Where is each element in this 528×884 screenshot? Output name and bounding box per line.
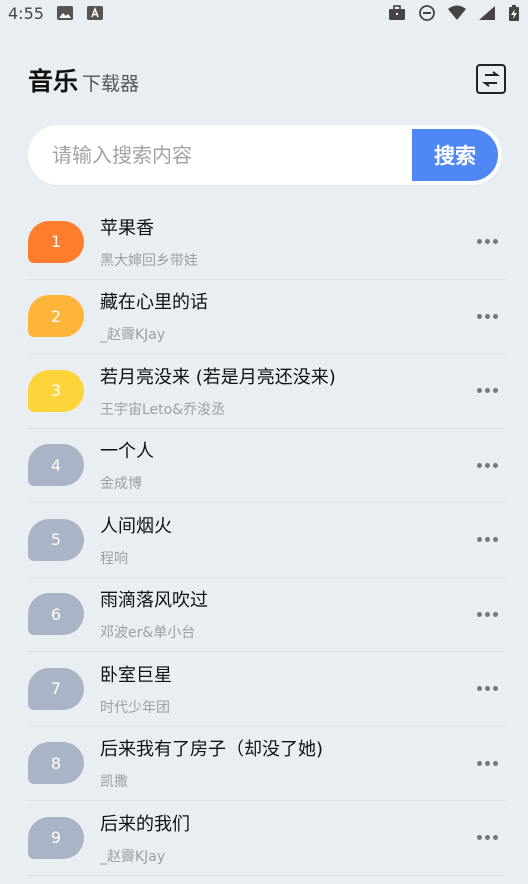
rank-badge: 3	[28, 369, 84, 412]
search-button[interactable]: 搜索	[412, 129, 498, 181]
more-dot	[476, 686, 482, 692]
more-dot	[492, 388, 498, 394]
rank-badge: 5	[28, 518, 84, 561]
status-time: 4:55	[8, 3, 44, 23]
more-dot	[492, 611, 498, 617]
more-dot	[492, 462, 498, 468]
app-header: 音乐 下载器	[28, 58, 506, 98]
song-row[interactable]: 2 藏在心里的话 _赵霽KJay	[28, 280, 506, 354]
more-options-icon[interactable]	[472, 537, 502, 543]
song-row[interactable]: 7 卧室巨星时代少年团	[28, 652, 506, 727]
more-dot	[484, 388, 490, 394]
song-artist: 王宇宙Leto&乔浚丞	[100, 401, 226, 418]
song-info: 卧室巨星 时代少年团	[100, 661, 472, 717]
song-title: 人间烟火	[100, 515, 172, 537]
song-title: 卧室巨星	[100, 664, 172, 686]
rank-badge: 4	[28, 444, 84, 487]
song-info: 人间烟火 程响	[100, 512, 472, 568]
more-options-icon[interactable]	[472, 462, 502, 468]
song-row[interactable]: 3 若月亮没来 (若是月亮还没来) 王宇宙Leto&乔浚丞	[28, 354, 506, 429]
rank-badge: 9	[28, 816, 84, 859]
song-row[interactable]: 1 苹果香黑大婶回乡带娃	[28, 205, 506, 280]
briefcase-icon	[389, 5, 405, 20]
more-dot	[476, 835, 482, 841]
more-dot	[476, 388, 482, 394]
song-title: 苹果香	[100, 217, 154, 239]
rank-badge: 1	[28, 220, 84, 263]
song-artist: 黑大婶回乡带娃	[100, 252, 198, 269]
song-artist: _赵霽KJay	[100, 848, 166, 865]
song-info: 一个人 金成博	[100, 437, 472, 493]
more-dot	[492, 239, 498, 245]
more-dot	[484, 313, 490, 319]
song-info: 苹果香黑大婶回乡带娃	[100, 214, 472, 270]
song-title: 一个人	[100, 441, 154, 463]
more-dot	[484, 239, 490, 245]
song-row[interactable]: 5 人间烟火程响	[28, 503, 506, 578]
more-dot	[492, 686, 498, 692]
song-list: 1 苹果香黑大婶回乡带娃 2 藏在心里的话 _赵霽KJay 3 若月亮没来 (若是月亮还没来…	[28, 205, 506, 876]
more-options-icon[interactable]	[472, 835, 502, 841]
more-dot	[476, 462, 482, 468]
song-title: 若月亮没来 (若是月亮还没来)	[100, 366, 336, 388]
more-dot	[476, 239, 482, 245]
song-info: 若月亮没来 (若是月亮还没来) 王宇宙Leto&乔浚丞	[100, 363, 472, 419]
song-artist: 时代少年团	[100, 699, 170, 716]
song-title: 后来我有了房子（却没了她)	[100, 739, 324, 761]
song-info: 藏在心里的话 _赵霽KJay	[100, 288, 472, 344]
song-row[interactable]: 4 一个人金成博	[28, 429, 506, 503]
more-options-icon[interactable]	[472, 686, 502, 692]
switch-source-button[interactable]	[476, 64, 506, 94]
more-dot	[484, 537, 490, 543]
song-artist: 邓波er&单小台	[100, 625, 196, 642]
more-dot	[484, 611, 490, 617]
song-artist: 程响	[100, 550, 128, 567]
more-dot	[484, 462, 490, 468]
more-dot	[484, 760, 490, 766]
page-subtitle: 下载器	[82, 73, 140, 95]
do-not-disturb-icon	[419, 5, 435, 21]
song-info: 雨滴落风吹过邓波er&单小台	[100, 586, 472, 642]
page-title: 音乐	[28, 67, 79, 96]
more-options-icon[interactable]	[472, 313, 502, 319]
more-options-icon[interactable]	[472, 239, 502, 245]
song-artist: 凯撒	[100, 774, 128, 791]
search-bar: 搜索	[28, 125, 502, 185]
signal-icon	[479, 6, 495, 20]
song-title: 后来的我们	[100, 813, 190, 835]
more-dot	[476, 611, 482, 617]
song-info: 后来的我们 _赵霽KJay	[100, 810, 472, 866]
more-dot	[492, 835, 498, 841]
wifi-icon	[448, 5, 466, 20]
more-dot	[476, 760, 482, 766]
more-dot	[476, 313, 482, 319]
song-row[interactable]: 6 雨滴落风吹过邓波er&单小台	[28, 578, 506, 652]
search-input[interactable]	[28, 125, 412, 185]
more-options-icon[interactable]	[472, 760, 502, 766]
more-dot	[484, 835, 490, 841]
more-options-icon[interactable]	[472, 611, 502, 617]
more-options-icon[interactable]	[472, 388, 502, 394]
rank-badge: 2	[28, 295, 84, 338]
song-row[interactable]: 8 后来我有了房子（却没了她) 凯撒	[28, 727, 506, 801]
song-info: 后来我有了房子（却没了她) 凯撒	[100, 735, 472, 791]
more-dot	[492, 537, 498, 543]
image-notification-icon	[56, 6, 73, 20]
rank-badge: 7	[28, 667, 84, 710]
more-dot	[476, 537, 482, 543]
status-bar: 4:55	[0, 0, 528, 26]
rank-badge: 6	[28, 593, 84, 636]
song-title: 藏在心里的话	[100, 292, 208, 314]
battery-charging-icon	[509, 5, 519, 21]
text-notification-icon	[86, 6, 103, 20]
rank-badge: 8	[28, 742, 84, 785]
song-artist: 金成博	[100, 476, 142, 493]
more-dot	[484, 686, 490, 692]
more-dot	[492, 760, 498, 766]
swap-arrows-icon	[482, 71, 500, 87]
song-artist: _赵霽KJay	[100, 327, 166, 344]
more-dot	[492, 313, 498, 319]
song-title: 雨滴落风吹过	[100, 590, 208, 612]
song-row[interactable]: 9 后来的我们 _赵霽KJay	[28, 801, 506, 876]
